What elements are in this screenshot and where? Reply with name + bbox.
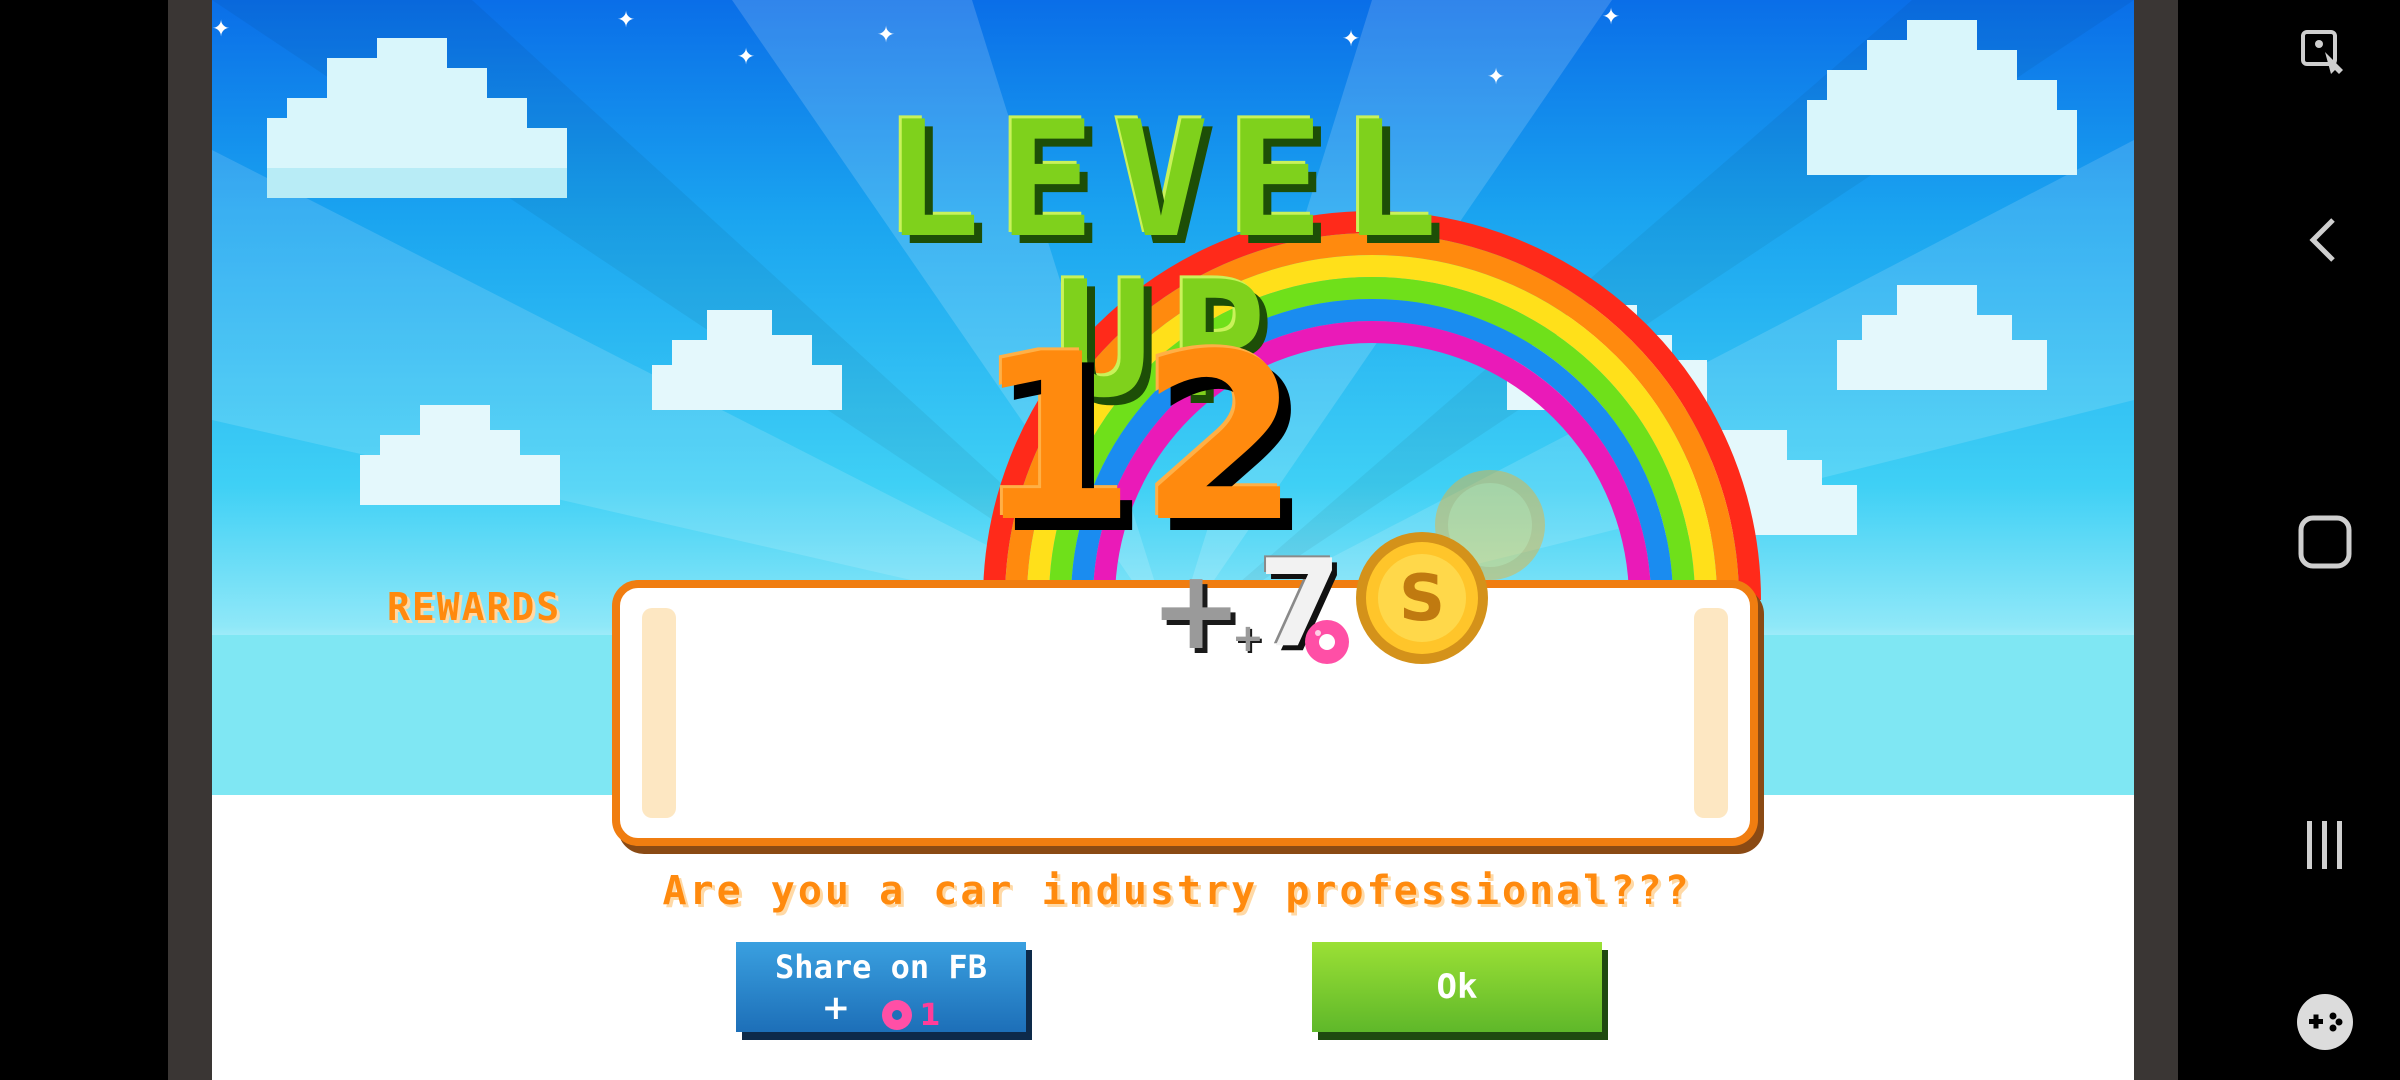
donut-icon [1305,620,1349,664]
svg-text:S: S [1399,562,1445,636]
cloud [360,405,560,505]
share-on-fb-button[interactable]: Share on FB + 1 [736,942,1026,1033]
sparkle-star: ✦ [1602,0,1621,32]
share-button-label: Share on FB [775,948,987,986]
sparkle-star: ✦ [877,15,896,50]
recents-icon[interactable] [2295,815,2355,875]
home-icon[interactable] [2295,512,2355,572]
level-number: 12 [975,306,1305,573]
rewards-label: REWARDS [387,585,562,629]
rewards-panel-cap-right [1694,608,1728,818]
coin-icon: S [1356,532,1488,664]
question-text: Are you a car industry professional??? [662,868,1692,914]
rewards-panel-cap-left [642,608,676,818]
cloud [267,38,567,198]
sparkle-star: ✦ [1487,57,1506,92]
game-frame-right [2134,0,2178,1080]
accessibility-icon[interactable] [2295,24,2355,84]
share-reward-count: 1 [919,997,941,1033]
game-tools-icon[interactable] [2295,992,2355,1052]
sparkle-star: ✦ [212,9,231,44]
system-nav-bar [2178,0,2400,1080]
back-icon[interactable] [2295,210,2355,270]
ok-button-label: Ok [1436,967,1478,1007]
reward-plus-sign: + [1150,546,1243,674]
donut-icon [881,1000,912,1031]
sparkle-star: ✦ [1342,19,1361,54]
ok-button[interactable]: Ok [1312,942,1602,1032]
sparkle-star: ✦ [617,0,636,35]
share-reward-plus: + [821,988,851,1028]
cloud [1837,285,2047,390]
cloud [1807,20,2077,175]
share-reward: + 1 [736,988,1026,1033]
sparkle-star: ✦ [737,37,756,72]
letterbox-left [0,0,168,1080]
level-up-screen: ✦ ✦ ✦ ✦ ✦ ✦ ✦ LEVEL UP 12 REWARDS + + 7 [212,0,2134,1080]
game-frame-left [168,0,212,1080]
